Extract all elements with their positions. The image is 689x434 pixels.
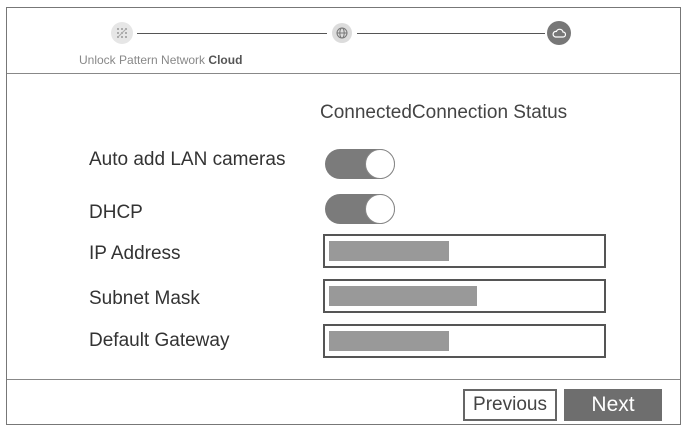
stepper-connector (137, 33, 327, 34)
step-label-cloud: Cloud (208, 53, 243, 67)
default-gateway-label: Default Gateway (89, 330, 230, 351)
footer-divider (7, 379, 680, 380)
default-gateway-field[interactable] (323, 324, 606, 358)
step-cloud (547, 21, 571, 45)
setup-wizard-dialog: Unlock Pattern Network Cloud ConnectedCo… (6, 7, 681, 425)
step-unlock-pattern (111, 22, 133, 44)
next-button[interactable]: Next (564, 389, 662, 421)
ip-address-label: IP Address (89, 243, 181, 264)
step-network (332, 23, 352, 43)
dhcp-toggle[interactable] (325, 194, 395, 224)
lock-pattern-icon (117, 28, 127, 38)
cloud-icon (552, 28, 566, 38)
wizard-stepper: Unlock Pattern Network Cloud (7, 8, 680, 74)
subnet-mask-value-mask (329, 286, 477, 306)
step-label-network: Network (161, 53, 206, 67)
dhcp-label: DHCP (89, 202, 143, 223)
step-label-unlock-pattern: Unlock Pattern (79, 53, 158, 67)
subnet-mask-field[interactable] (323, 279, 606, 313)
subnet-mask-label: Subnet Mask (89, 288, 200, 309)
stepper-connector (357, 33, 545, 34)
auto-add-lan-cameras-label: Auto add LAN cameras (89, 149, 286, 170)
default-gateway-value-mask (329, 331, 449, 351)
previous-button[interactable]: Previous (463, 389, 557, 421)
ip-address-value-mask (329, 241, 449, 261)
toggle-knob (365, 194, 395, 224)
auto-add-lan-cameras-toggle[interactable] (325, 149, 395, 179)
connection-status-text: ConnectedConnection Status (320, 102, 568, 123)
toggle-knob (365, 149, 395, 179)
globe-icon (336, 27, 348, 39)
stepper-labels: Unlock Pattern Network Cloud (79, 53, 242, 67)
ip-address-field[interactable] (323, 234, 606, 268)
